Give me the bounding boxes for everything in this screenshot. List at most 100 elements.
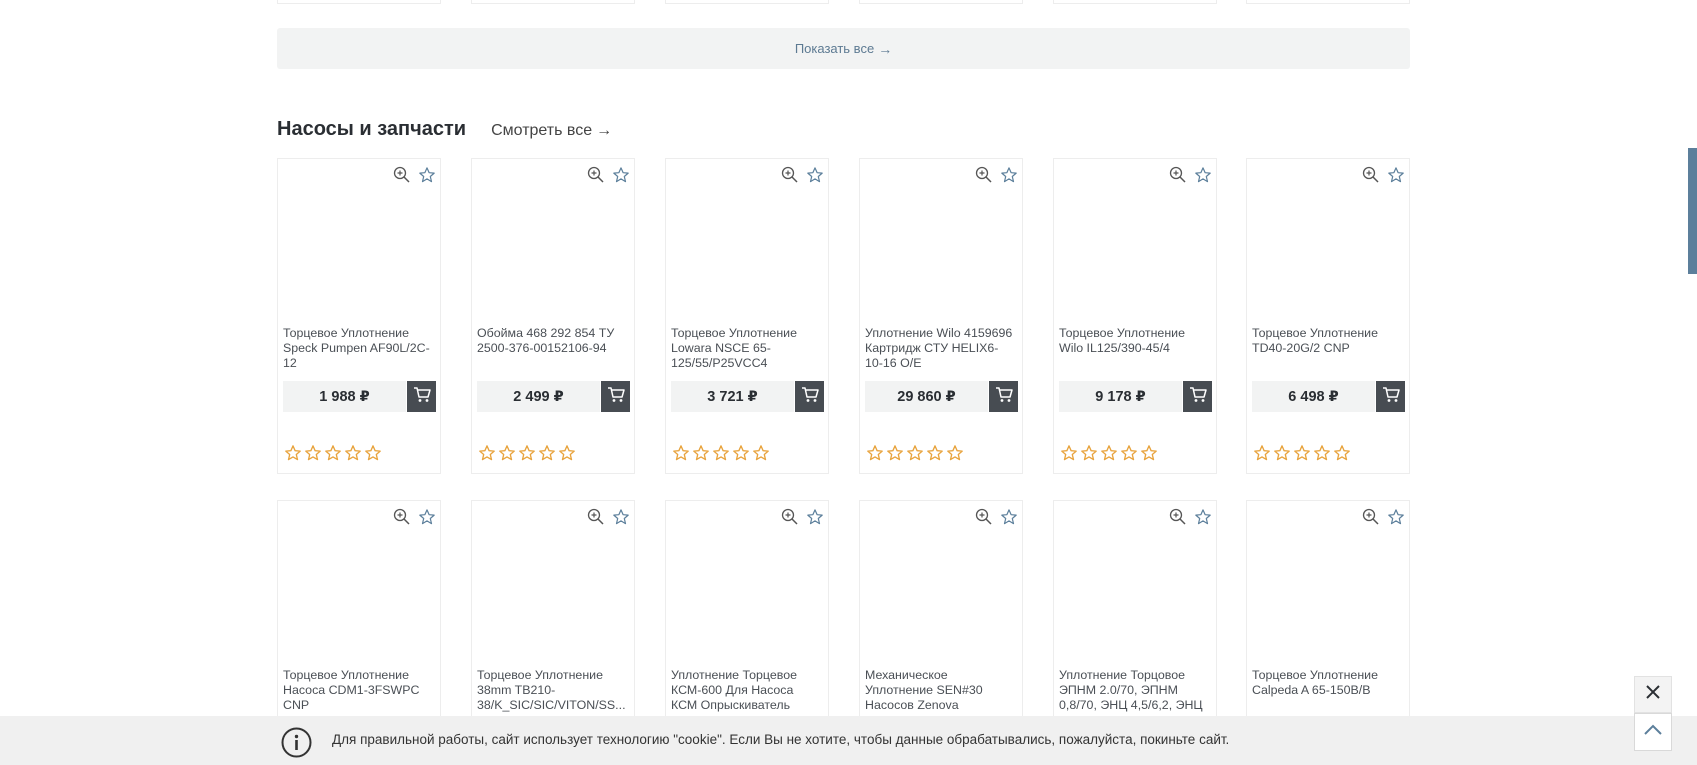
rating-star-icon[interactable] <box>752 444 770 462</box>
product-card-stub <box>1053 0 1217 4</box>
add-to-cart-button[interactable] <box>407 381 436 412</box>
zoom-in-icon[interactable] <box>1361 165 1380 184</box>
product-card[interactable]: Уплотнение Торцевое КСМ-600 Для Насоса К… <box>665 500 829 730</box>
rating-star-icon[interactable] <box>1100 444 1118 462</box>
rating-star-icon[interactable] <box>478 444 496 462</box>
product-card[interactable]: Торцевое Уплотнение Lowara NSCE 65-125/5… <box>665 158 829 474</box>
product-card[interactable]: Уплотнение Wilo 4159696 Картридж СТУ HEL… <box>859 158 1023 474</box>
rating-star-icon[interactable] <box>1060 444 1078 462</box>
product-name[interactable]: Обойма 468 292 854 ТУ 2500-376-00152106-… <box>477 326 627 356</box>
star-icon[interactable] <box>417 507 436 526</box>
rating-star-icon[interactable] <box>284 444 302 462</box>
rating-star-icon[interactable] <box>1080 444 1098 462</box>
cookie-text: Для правильной работы, сайт использует т… <box>332 732 1230 747</box>
product-name[interactable]: Торцевое Уплотнение Calpeda A 65-150B/B <box>1252 668 1402 698</box>
zoom-in-icon[interactable] <box>586 165 605 184</box>
add-to-cart-button[interactable] <box>601 381 630 412</box>
scroll-to-top-button[interactable] <box>1634 713 1672 751</box>
rating-star-icon[interactable] <box>732 444 750 462</box>
rating-star-icon[interactable] <box>518 444 536 462</box>
zoom-in-icon[interactable] <box>392 507 411 526</box>
price-row: 29 860 ₽ <box>865 381 1018 412</box>
card-tools <box>974 507 1018 526</box>
card-tools <box>392 507 436 526</box>
rating-star-icon[interactable] <box>672 444 690 462</box>
add-to-cart-button[interactable] <box>795 381 824 412</box>
zoom-in-icon[interactable] <box>974 165 993 184</box>
product-card[interactable]: Обойма 468 292 854 ТУ 2500-376-00152106-… <box>471 158 635 474</box>
product-name[interactable]: Уплотнение Wilo 4159696 Картридж СТУ HEL… <box>865 326 1015 371</box>
product-card-stub <box>859 0 1023 4</box>
rating-star-icon[interactable] <box>364 444 382 462</box>
add-to-cart-button[interactable] <box>989 381 1018 412</box>
product-name[interactable]: Торцевое Уплотнение Wilo IL125/390-45/4 <box>1059 326 1209 356</box>
zoom-in-icon[interactable] <box>1361 507 1380 526</box>
product-name[interactable]: Торцевое Уплотнение TD40-20G/2 CNP <box>1252 326 1402 356</box>
rating-star-icon[interactable] <box>324 444 342 462</box>
rating-star-icon[interactable] <box>692 444 710 462</box>
close-icon <box>1645 684 1661 705</box>
zoom-in-icon[interactable] <box>974 507 993 526</box>
star-icon[interactable] <box>1386 165 1405 184</box>
rating-star-icon[interactable] <box>712 444 730 462</box>
rating-star-icon[interactable] <box>906 444 924 462</box>
product-name[interactable]: Торцевое Уплотнение Speck Pumpen AF90L/2… <box>283 326 433 371</box>
product-card[interactable]: Механическое Уплотнение SEN#30 Насосов Z… <box>859 500 1023 730</box>
add-to-cart-button[interactable] <box>1376 381 1405 412</box>
rating-star-icon[interactable] <box>1293 444 1311 462</box>
zoom-in-icon[interactable] <box>1168 507 1187 526</box>
star-icon[interactable] <box>805 165 824 184</box>
rating-star-icon[interactable] <box>1273 444 1291 462</box>
product-card[interactable]: Торцевое Уплотнение Calpeda A 65-150B/B <box>1246 500 1410 730</box>
product-name[interactable]: Уплотнение Торцовое ЭПНМ 2.0/70, ЭПНМ 0,… <box>1059 668 1209 713</box>
product-card[interactable]: Торцевое Уплотнение Speck Pumpen AF90L/2… <box>277 158 441 474</box>
product-card[interactable]: Торцевое Уплотнение Wilo IL125/390-45/4 9… <box>1053 158 1217 474</box>
star-icon[interactable] <box>1193 165 1212 184</box>
star-icon[interactable] <box>1193 507 1212 526</box>
star-icon[interactable] <box>999 507 1018 526</box>
product-price: 2 499 ₽ <box>477 381 600 412</box>
star-icon[interactable] <box>999 165 1018 184</box>
close-button[interactable] <box>1634 676 1672 713</box>
product-card[interactable]: Уплотнение Торцовое ЭПНМ 2.0/70, ЭПНМ 0,… <box>1053 500 1217 730</box>
star-icon[interactable] <box>805 507 824 526</box>
product-name[interactable]: Механическое Уплотнение SEN#30 Насосов Z… <box>865 668 1015 713</box>
star-icon[interactable] <box>1386 507 1405 526</box>
product-card-stub <box>277 0 441 4</box>
zoom-in-icon[interactable] <box>780 165 799 184</box>
rating-star-icon[interactable] <box>1140 444 1158 462</box>
rating-star-icon[interactable] <box>498 444 516 462</box>
rating-star-icon[interactable] <box>1333 444 1351 462</box>
rating-star-icon[interactable] <box>1120 444 1138 462</box>
card-tools <box>586 507 630 526</box>
rating-star-icon[interactable] <box>866 444 884 462</box>
add-to-cart-button[interactable] <box>1183 381 1212 412</box>
rating-star-icon[interactable] <box>886 444 904 462</box>
star-icon[interactable] <box>611 507 630 526</box>
product-name[interactable]: Уплотнение Торцевое КСМ-600 Для Насоса К… <box>671 668 821 713</box>
rating-star-icon[interactable] <box>344 444 362 462</box>
product-card[interactable]: Торцевое Уплотнение TD40-20G/2 CNP 6 498 … <box>1246 158 1410 474</box>
scrollbar-thumb[interactable] <box>1688 148 1697 274</box>
product-name[interactable]: Торцевое Уплотнение Lowara NSCE 65-125/5… <box>671 326 821 371</box>
product-card[interactable]: Торцевое Уплотнение 38mm TB210-38/K_SIC/… <box>471 500 635 730</box>
see-all-link[interactable]: Смотреть все → <box>491 122 612 140</box>
rating-star-icon[interactable] <box>558 444 576 462</box>
rating-star-icon[interactable] <box>538 444 556 462</box>
product-card[interactable]: Торцевое Уплотнение Насоса CDM1-3FSWPC C… <box>277 500 441 730</box>
rating-star-icon[interactable] <box>1253 444 1271 462</box>
zoom-in-icon[interactable] <box>586 507 605 526</box>
zoom-in-icon[interactable] <box>1168 165 1187 184</box>
product-price: 29 860 ₽ <box>865 381 988 412</box>
product-name[interactable]: Торцевое Уплотнение 38mm TB210-38/K_SIC/… <box>477 668 627 713</box>
zoom-in-icon[interactable] <box>780 507 799 526</box>
rating-star-icon[interactable] <box>946 444 964 462</box>
product-name[interactable]: Торцевое Уплотнение Насоса CDM1-3FSWPC C… <box>283 668 433 713</box>
rating-star-icon[interactable] <box>304 444 322 462</box>
star-icon[interactable] <box>417 165 436 184</box>
star-icon[interactable] <box>611 165 630 184</box>
rating-star-icon[interactable] <box>926 444 944 462</box>
rating-star-icon[interactable] <box>1313 444 1331 462</box>
show-all-button[interactable]: Показать все → <box>277 28 1410 69</box>
zoom-in-icon[interactable] <box>392 165 411 184</box>
